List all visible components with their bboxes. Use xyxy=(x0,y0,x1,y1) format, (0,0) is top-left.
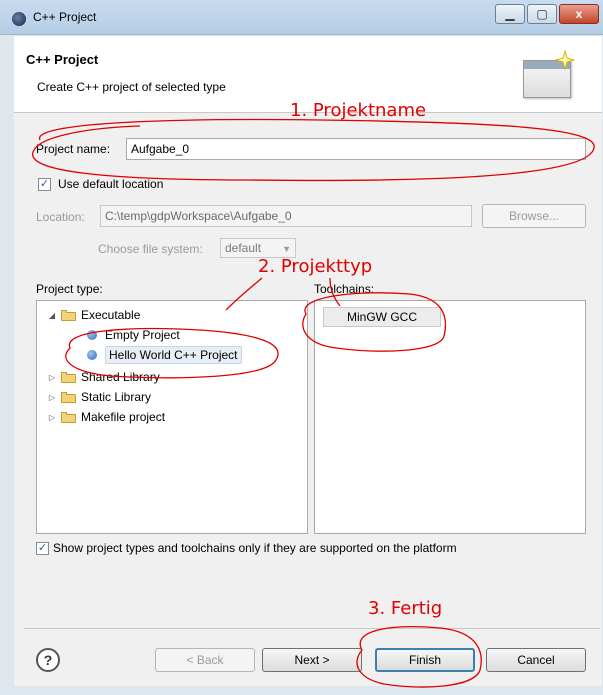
scribble-arrow-right xyxy=(329,277,341,307)
scribble-finish xyxy=(356,626,482,688)
annotation-scribbles xyxy=(31,118,595,688)
dialog-window: C++ Project ▁ ▢ x C++ Project Create C++… xyxy=(0,0,603,695)
scribble-arrow-left xyxy=(225,277,263,311)
scribble-toolchain xyxy=(302,292,447,352)
scribble-project-name xyxy=(31,118,595,182)
scribble-project-type xyxy=(65,327,279,379)
